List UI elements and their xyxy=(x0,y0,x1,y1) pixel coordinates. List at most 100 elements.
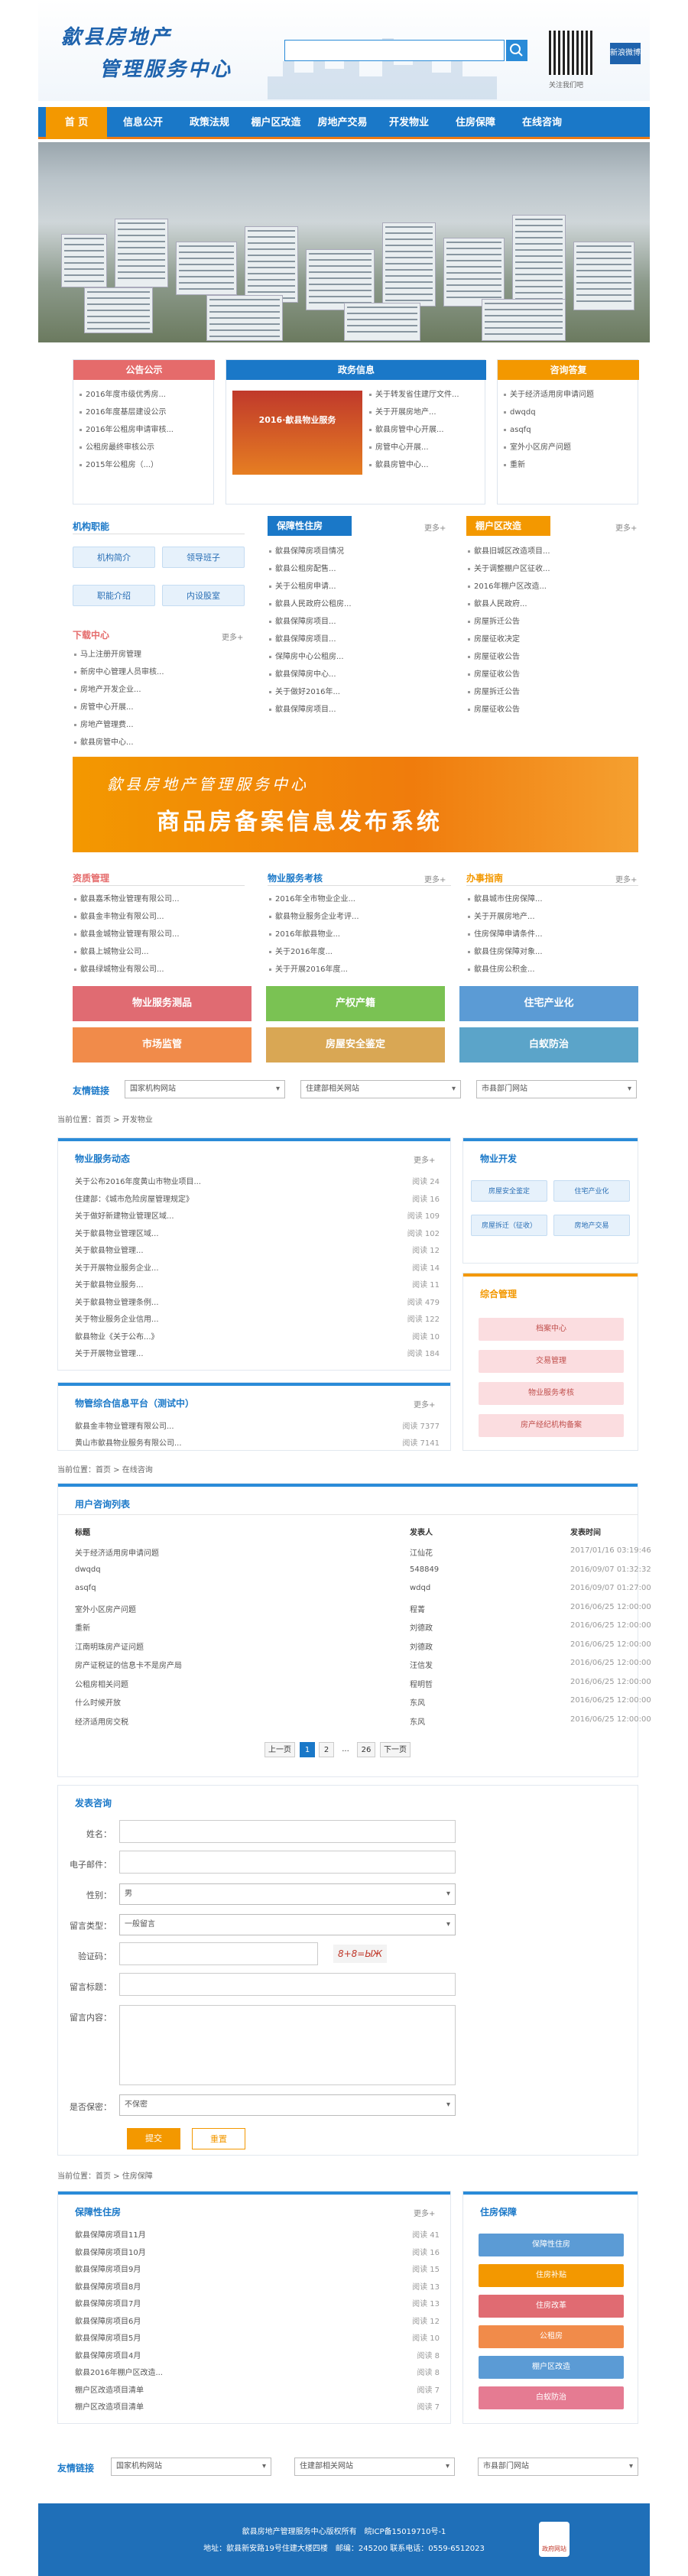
email-field[interactable] xyxy=(119,1851,456,1874)
logo-line-1[interactable]: 歙县房地产 xyxy=(61,21,172,50)
pager-next[interactable]: 下一页 xyxy=(380,1742,411,1757)
list-item[interactable]: 2016年全市物业企业... xyxy=(268,891,451,908)
list-item[interactable]: 2016年歙县物业... xyxy=(268,926,451,943)
platform-row-title[interactable]: 歙县金丰物业管理有限公司... xyxy=(75,1419,174,1431)
list-item[interactable]: 房屋征收公告 xyxy=(466,701,638,719)
housing-row-title[interactable]: 歙县保障房项目10月 xyxy=(75,2246,146,2257)
nav-housing[interactable]: 住房保障 xyxy=(445,107,506,139)
list-item[interactable]: 房管中心开展... xyxy=(73,699,245,716)
housing-row-title[interactable]: 棚户区改造项目清单 xyxy=(75,2400,144,2412)
consult-row-title[interactable]: 公租房相关问题 xyxy=(75,1678,128,1689)
list-item[interactable]: 关于2016年度... xyxy=(268,943,451,961)
search-input[interactable] xyxy=(284,40,505,61)
record-system-banner[interactable]: 歙县房地产管理服务中心 商品房备案信息发布系统 xyxy=(73,757,638,852)
list-item[interactable]: 房屋征收公告 xyxy=(466,648,638,666)
list-item[interactable]: dwqdq xyxy=(502,404,634,421)
list-item[interactable]: 歙县住房保障对象... xyxy=(466,943,638,961)
list-item[interactable]: 歙县绿城物业有限公司... xyxy=(73,961,245,978)
nav-trade[interactable]: 房地产交易 xyxy=(312,107,373,139)
logo-line-2[interactable]: 管理服务中心 xyxy=(99,54,232,82)
list-item[interactable]: 2016年度市级优秀房... xyxy=(78,386,209,404)
housing-row-title[interactable]: 歙县保障房项目8月 xyxy=(75,2280,141,2292)
housing-row-title[interactable]: 棚户区改造项目清单 xyxy=(75,2383,144,2395)
consult-row-title[interactable]: 什么时候开放 xyxy=(75,1696,121,1708)
list-item[interactable]: 关于经济适用房申请问题 xyxy=(502,386,634,404)
consult-row-title[interactable]: 室外小区房产问题 xyxy=(75,1603,136,1614)
list-item[interactable]: 房地产开发企业... xyxy=(73,681,245,699)
gender-select[interactable]: 男 xyxy=(119,1883,456,1905)
news-row-title[interactable]: 关于做好新建物业管理区域... xyxy=(75,1209,174,1221)
leaders-button[interactable]: 领导班子 xyxy=(162,547,245,568)
search-button[interactable] xyxy=(506,40,527,61)
list-item[interactable]: 2016年棚户区改造... xyxy=(466,578,638,595)
link-select-national[interactable]: 国家机构网站 xyxy=(125,1080,285,1098)
termite-control-button[interactable]: 白蚁防治 xyxy=(459,1027,638,1063)
housing-row-title[interactable]: 歙县保障房项目4月 xyxy=(75,2349,141,2360)
content-textarea[interactable] xyxy=(119,2005,456,2085)
news-row-title[interactable]: 关于物业服务企业信用... xyxy=(75,1312,159,1324)
list-item[interactable]: 关于转发省住建厅文件... xyxy=(368,386,482,404)
housing-row-title[interactable]: 歙县保障房项目9月 xyxy=(75,2263,141,2274)
list-item[interactable]: 歙县住房公积金... xyxy=(466,961,638,978)
archive-button[interactable]: 档案中心 xyxy=(479,1318,624,1341)
link-select-ministry[interactable]: 住建部相关网站 xyxy=(294,2458,455,2476)
name-field[interactable] xyxy=(119,1820,456,1843)
list-item[interactable]: 2015年公租房（...） xyxy=(78,456,209,474)
consult-row-title[interactable]: asqfq xyxy=(75,1584,96,1592)
nav-home[interactable]: 首 页 xyxy=(46,107,107,139)
list-item[interactable]: 歙县金城物业管理有限公司... xyxy=(73,926,245,943)
captcha-field[interactable] xyxy=(119,1942,318,1965)
list-item[interactable]: 歙县城市住房保障... xyxy=(466,891,638,908)
termite-button[interactable]: 白蚁防治 xyxy=(479,2386,624,2409)
list-item[interactable]: 2016年度基层建设公示 xyxy=(78,404,209,421)
news-row-title[interactable]: 关于歙县物业服务... xyxy=(75,1278,144,1290)
more-link[interactable]: 更多+ xyxy=(424,521,446,533)
list-item[interactable]: 房屋征收决定 xyxy=(466,631,638,648)
list-item[interactable]: 关于做好2016年... xyxy=(268,683,451,701)
dev-safety-button[interactable]: 房屋安全鉴定 xyxy=(471,1180,547,1202)
more-link[interactable]: 更多+ xyxy=(615,521,637,533)
market-supervision-button[interactable]: 市场监管 xyxy=(73,1027,252,1063)
list-item[interactable]: 歙县房管中心... xyxy=(73,734,245,751)
link-select-county[interactable]: 市县部门网站 xyxy=(478,2458,638,2476)
list-item[interactable]: 重新 xyxy=(502,456,634,474)
housing-row-title[interactable]: 歙县保障房项目6月 xyxy=(75,2315,141,2326)
more-link[interactable]: 更多+ xyxy=(222,631,243,642)
news-row-title[interactable]: 关于公布2016年度黄山市物业项目... xyxy=(75,1175,201,1186)
house-safety-button[interactable]: 房屋安全鉴定 xyxy=(266,1027,445,1063)
duties-button[interactable]: 职能介绍 xyxy=(73,585,155,606)
submit-button[interactable]: 提交 xyxy=(127,2128,180,2149)
nav-shanty[interactable]: 棚户区改造 xyxy=(245,107,307,139)
list-item[interactable]: 歙县房管中心开展... xyxy=(368,421,482,439)
public-rental-button[interactable]: 公租房 xyxy=(479,2325,624,2348)
list-item[interactable]: 歙县房管中心... xyxy=(368,456,482,474)
nav-property[interactable]: 开发物业 xyxy=(378,107,440,139)
list-item[interactable]: 关于开展2016年度... xyxy=(268,961,451,978)
pager-prev[interactable]: 上一页 xyxy=(264,1742,295,1757)
pager-page-last[interactable]: 26 xyxy=(357,1742,375,1757)
consult-row-title[interactable]: 经济适用房交税 xyxy=(75,1715,128,1727)
news-row-title[interactable]: 关于开展物业服务企业... xyxy=(75,1261,159,1273)
dev-demolition-button[interactable]: 房屋拆迁（征收） xyxy=(471,1215,547,1236)
type-select[interactable]: 一般留言 xyxy=(119,1914,456,1935)
dev-trade-button[interactable]: 房地产交易 xyxy=(553,1215,630,1236)
weibo-button[interactable]: 新浪微博 xyxy=(610,43,641,64)
list-item[interactable]: 歙县嘉禾物业管理有限公司... xyxy=(73,891,245,908)
more-link[interactable]: 更多+ xyxy=(615,873,637,884)
news-row-title[interactable]: 关于开展物业管理... xyxy=(75,1347,144,1358)
service-eval-button[interactable]: 物业服务测品 xyxy=(73,986,252,1021)
link-select-county[interactable]: 市县部门网站 xyxy=(476,1080,637,1098)
list-item[interactable]: 歙县保障房项目情况 xyxy=(268,543,451,560)
consult-row-title[interactable]: dwqdq xyxy=(75,1565,101,1574)
list-item[interactable]: 房地产管理费... xyxy=(73,716,245,734)
housing-row-title[interactable]: 歙县保障房项目11月 xyxy=(75,2228,146,2240)
shanty-reform-button[interactable]: 棚户区改造 xyxy=(479,2356,624,2379)
list-item[interactable]: 关于开展房地产... xyxy=(466,908,638,926)
nav-info[interactable]: 信息公开 xyxy=(112,107,174,139)
pager-page-1[interactable]: 1 xyxy=(300,1742,315,1757)
consult-row-title[interactable]: 江南明珠房产证问题 xyxy=(75,1640,144,1652)
broker-record-button[interactable]: 房产经纪机构备案 xyxy=(479,1414,624,1437)
news-row-title[interactable]: 关于歙县物业管理... xyxy=(75,1244,144,1255)
news-photo[interactable]: 2016·歙县物业服务 xyxy=(232,391,362,475)
housing-reform-button[interactable]: 住房改革 xyxy=(479,2295,624,2318)
